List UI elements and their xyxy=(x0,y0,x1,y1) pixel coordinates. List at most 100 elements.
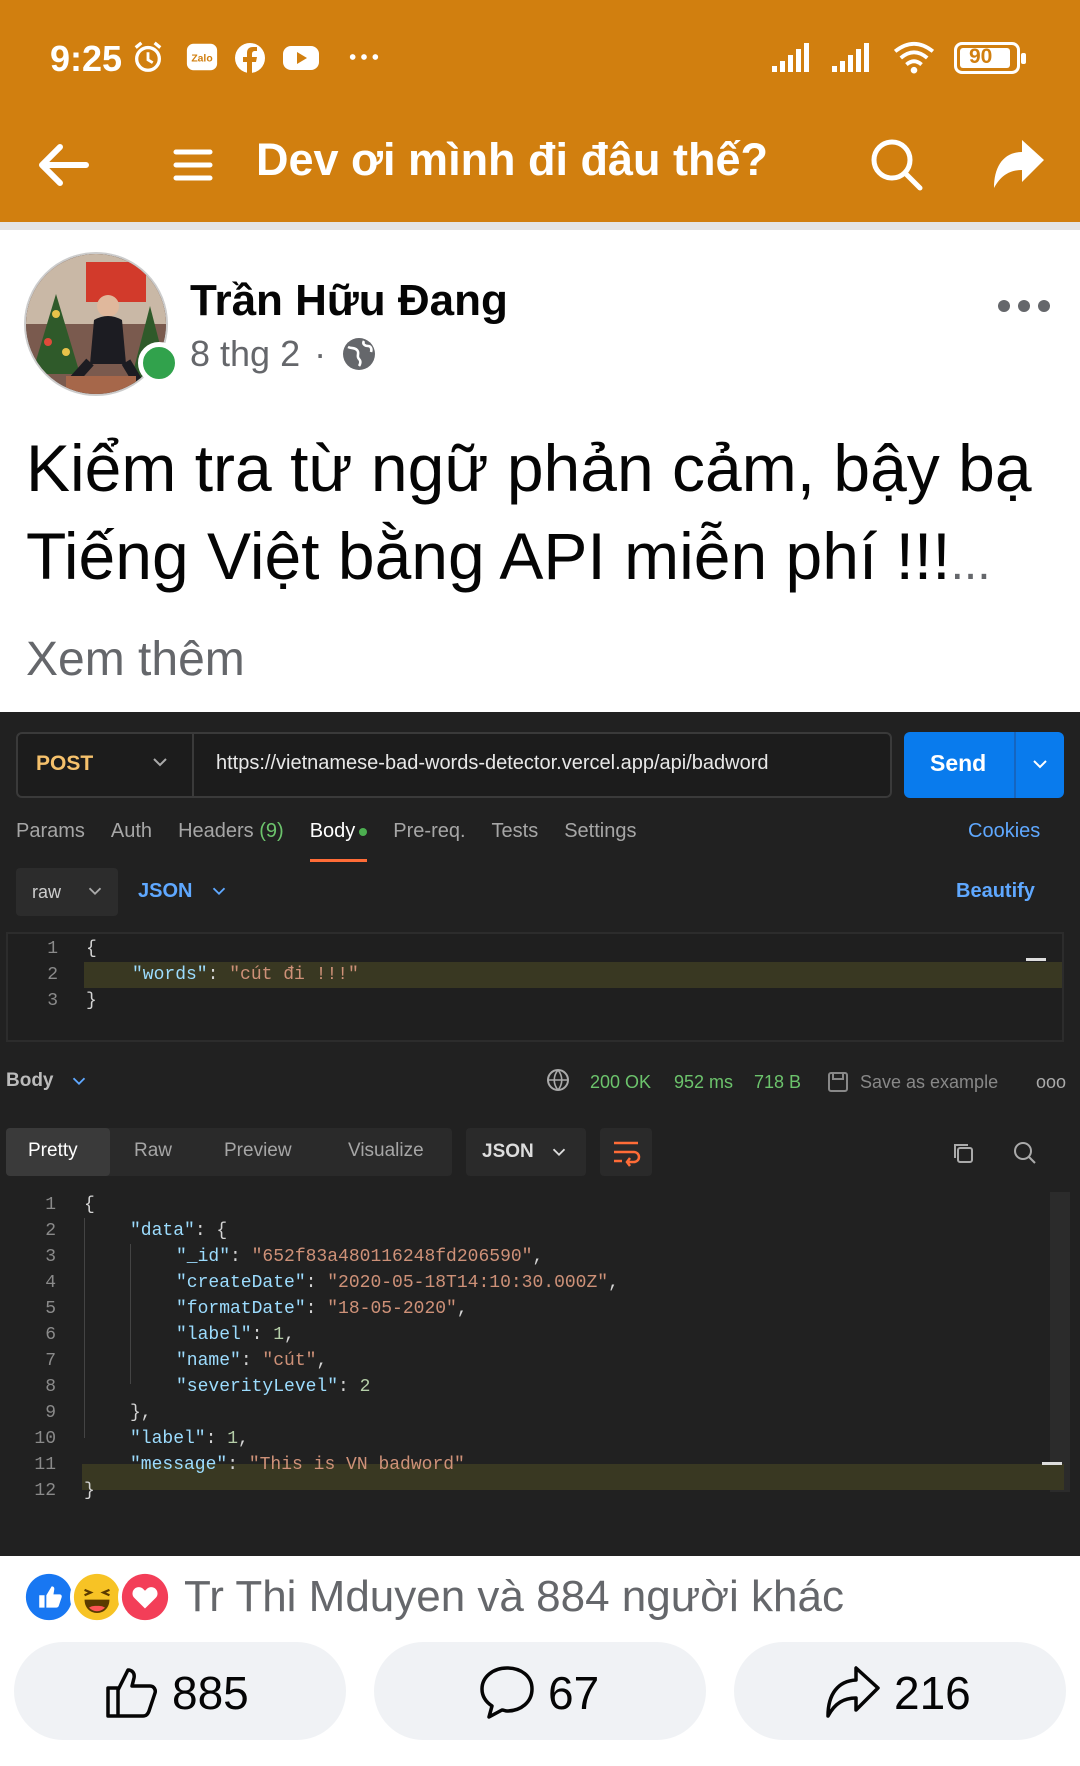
status-code[interactable]: 200 OK xyxy=(590,1072,651,1093)
line-number: 12 xyxy=(34,1481,56,1501)
code-line: "createDate": "2020-05-18T14:10:30.000Z"… xyxy=(176,1273,619,1293)
tab-body[interactable]: Body xyxy=(309,820,368,862)
chevron-down-icon[interactable] xyxy=(208,880,230,902)
code-line: "formatDate": "18-05-2020", xyxy=(176,1299,468,1319)
tab-pretty[interactable]: Pretty xyxy=(28,1140,78,1162)
search-icon[interactable] xyxy=(862,130,932,200)
line-number: 3 xyxy=(45,1247,56,1267)
json-punct: , xyxy=(532,1247,544,1267)
wrap-icon xyxy=(614,1141,641,1167)
code-line: "_id": "652f83a480116248fd206590", xyxy=(176,1247,544,1267)
tab-params[interactable]: Params xyxy=(16,820,85,860)
response-body-select[interactable]: Body xyxy=(6,1070,54,1092)
code-line: "words": "cút đi !!!" xyxy=(132,965,359,985)
more-options-icon[interactable] xyxy=(994,296,1054,316)
json-punct: , xyxy=(284,1325,295,1345)
body-mode-select[interactable]: raw xyxy=(16,868,118,916)
line-number: 11 xyxy=(34,1455,56,1475)
indent-guide xyxy=(84,1218,85,1438)
response-format-select[interactable]: JSON xyxy=(466,1128,586,1176)
like-count: 885 xyxy=(172,1667,249,1719)
network-globe-icon[interactable] xyxy=(546,1068,572,1094)
search-icon[interactable] xyxy=(1012,1140,1038,1166)
response-body-viewer[interactable]: 1 { 2 "data": { 3 "_id": "652f83a4801162… xyxy=(6,1192,1070,1554)
indent-guide xyxy=(130,1244,131,1384)
json-key: "formatDate" xyxy=(176,1299,306,1319)
back-arrow-icon[interactable] xyxy=(30,130,100,200)
chevron-down-icon xyxy=(88,887,102,896)
response-view-tabs: Pretty Raw Preview Visualize xyxy=(6,1128,452,1176)
post-date[interactable]: 8 thg 2 xyxy=(190,333,300,375)
line-number: 10 xyxy=(34,1429,56,1449)
post-meta: 8 thg 2 · xyxy=(190,333,378,375)
app-bar: Dev ơi mình đi đâu thế? xyxy=(0,110,1080,222)
app-header: 9:25 Zalo 90 Dev ơi mình đi đâu thế? xyxy=(0,0,1080,222)
tab-raw[interactable]: Raw xyxy=(134,1140,172,1162)
request-bar: POST https://vietnamese-bad-words-detect… xyxy=(16,732,892,798)
scroll-marker xyxy=(1042,1462,1062,1465)
tab-label: Headers xyxy=(178,820,254,842)
scrollbar[interactable] xyxy=(1050,1192,1070,1492)
battery-icon: 90 xyxy=(954,42,1026,74)
reaction-summary[interactable]: Tr Thi Mduyen và 884 người khác xyxy=(184,1572,844,1622)
tab-auth[interactable]: Auth xyxy=(111,820,152,860)
response-time[interactable]: 952 ms xyxy=(674,1072,733,1093)
beautify-button[interactable]: Beautify xyxy=(956,880,1035,903)
body-format-select[interactable]: JSON xyxy=(138,880,192,903)
tab-preview[interactable]: Preview xyxy=(224,1140,292,1162)
line-number: 5 xyxy=(45,1299,56,1319)
code-line: "message": "This is VN badword" xyxy=(130,1455,465,1475)
tab-label: Auth xyxy=(110,820,153,842)
page-title: Dev ơi mình đi đâu thế? xyxy=(256,134,769,185)
reaction-icons[interactable] xyxy=(22,1570,172,1624)
tab-label: Body xyxy=(309,820,356,842)
save-icon xyxy=(828,1072,848,1092)
request-tabs: Params Auth Headers (9) Body Pre-req. Te… xyxy=(16,820,662,862)
comment-button[interactable]: 67 xyxy=(374,1642,706,1740)
wrap-lines-button[interactable] xyxy=(600,1128,652,1176)
body-mode-value: raw xyxy=(32,882,62,902)
save-as-example-button[interactable]: Save as example xyxy=(860,1072,998,1093)
json-key: "_id" xyxy=(176,1247,231,1267)
request-body-editor[interactable]: 1 { 2 "words": "cút đi !!!" 3 } xyxy=(6,932,1064,1042)
tab-headers[interactable]: Headers (9) xyxy=(178,820,284,860)
tab-pre-request[interactable]: Pre-req. xyxy=(393,820,465,860)
share-count: 216 xyxy=(894,1667,971,1719)
line-number: 1 xyxy=(47,939,58,959)
tab-settings[interactable]: Settings xyxy=(564,820,636,860)
chevron-down-icon[interactable] xyxy=(68,1070,90,1092)
body-indicator-dot xyxy=(359,827,368,836)
menu-icon[interactable] xyxy=(158,130,228,200)
tab-label: Params xyxy=(16,820,85,842)
postman-screenshot[interactable]: POST https://vietnamese-bad-words-detect… xyxy=(0,712,1080,1556)
more-options-icon[interactable]: ooo xyxy=(1036,1072,1066,1093)
chevron-down-icon xyxy=(552,1148,566,1157)
json-value: "cút" xyxy=(262,1351,317,1371)
share-icon[interactable] xyxy=(984,130,1054,200)
json-value: "This is VN badword" xyxy=(248,1455,465,1475)
line-number: 1 xyxy=(45,1195,56,1215)
tab-tests[interactable]: Tests xyxy=(492,820,539,860)
line-number: 3 xyxy=(47,991,58,1011)
method-select[interactable]: POST xyxy=(36,752,93,776)
svg-text:Zalo: Zalo xyxy=(191,54,212,65)
response-size[interactable]: 718 B xyxy=(754,1072,801,1093)
more-dots-icon xyxy=(349,54,379,60)
json-key: "createDate" xyxy=(176,1273,306,1293)
alarm-icon xyxy=(134,41,162,72)
send-button[interactable]: Send xyxy=(904,732,1064,798)
chevron-down-icon xyxy=(153,758,167,767)
header-divider xyxy=(0,222,1080,230)
share-button[interactable]: 216 xyxy=(734,1642,1066,1740)
code-line: "label": 1, xyxy=(176,1325,295,1345)
json-value: "652f83a480116248fd206590" xyxy=(251,1247,533,1267)
tab-visualize[interactable]: Visualize xyxy=(348,1140,424,1162)
copy-icon[interactable] xyxy=(950,1140,976,1166)
chevron-down-icon[interactable] xyxy=(1028,752,1052,776)
post-author[interactable]: Trần Hữu Đang xyxy=(190,276,508,326)
cookies-link[interactable]: Cookies xyxy=(968,820,1040,843)
like-button[interactable]: 885 xyxy=(14,1642,346,1740)
battery-level: 90 xyxy=(969,45,993,68)
line-number: 9 xyxy=(45,1403,56,1423)
url-input[interactable]: https://vietnamese-bad-words-detector.ve… xyxy=(216,752,769,775)
